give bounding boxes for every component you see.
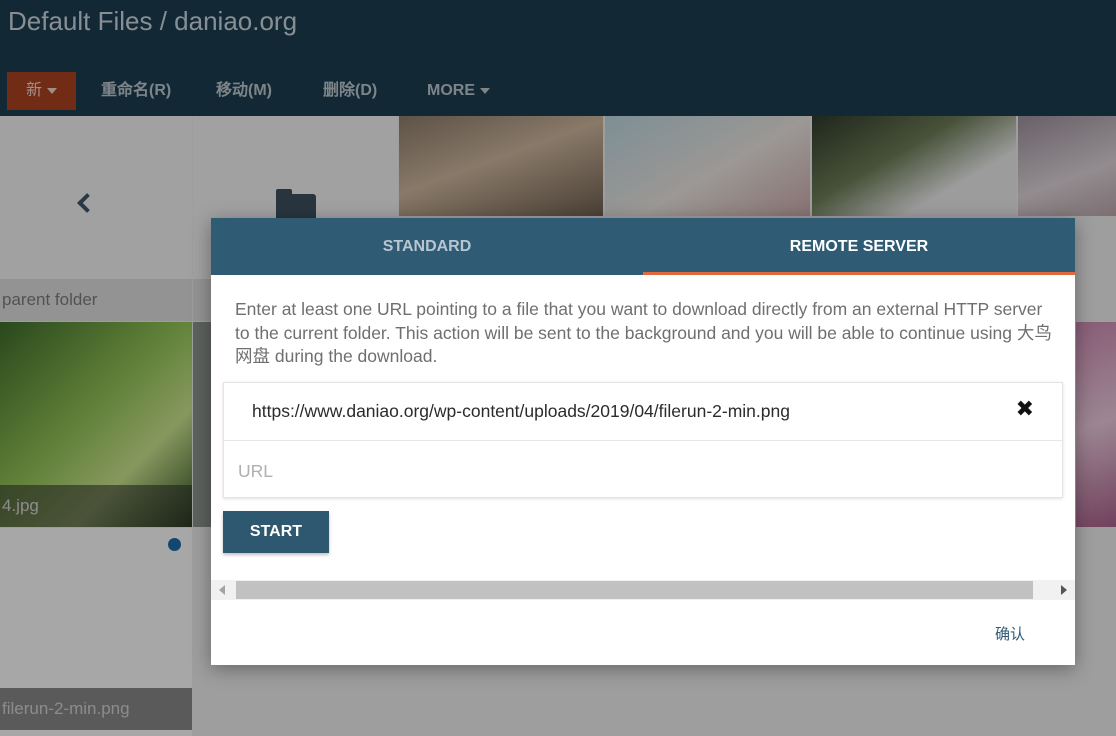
upload-dialog: STANDARD REMOTE SERVER Enter at least on… xyxy=(211,218,1075,665)
dialog-description: Enter at least one URL pointing to a fil… xyxy=(235,299,1052,366)
remove-url-icon[interactable]: ✖ xyxy=(1016,397,1034,421)
horizontal-scrollbar[interactable] xyxy=(211,580,1075,600)
tab-remote-server[interactable]: REMOTE SERVER xyxy=(643,218,1075,275)
url-value: https://www.daniao.org/wp-content/upload… xyxy=(252,401,790,421)
url-list: https://www.daniao.org/wp-content/upload… xyxy=(223,382,1063,498)
scrollbar-thumb[interactable] xyxy=(236,581,1033,599)
confirm-button[interactable]: 确认 xyxy=(995,623,1025,644)
start-button[interactable]: START xyxy=(223,511,329,553)
dialog-tabs: STANDARD REMOTE SERVER xyxy=(211,218,1075,275)
url-input[interactable] xyxy=(238,453,1048,489)
scroll-left-arrow-icon[interactable] xyxy=(219,585,225,595)
url-list-item: https://www.daniao.org/wp-content/upload… xyxy=(224,383,1062,441)
scroll-right-arrow-icon[interactable] xyxy=(1061,585,1067,595)
tab-standard[interactable]: STANDARD xyxy=(211,218,643,275)
